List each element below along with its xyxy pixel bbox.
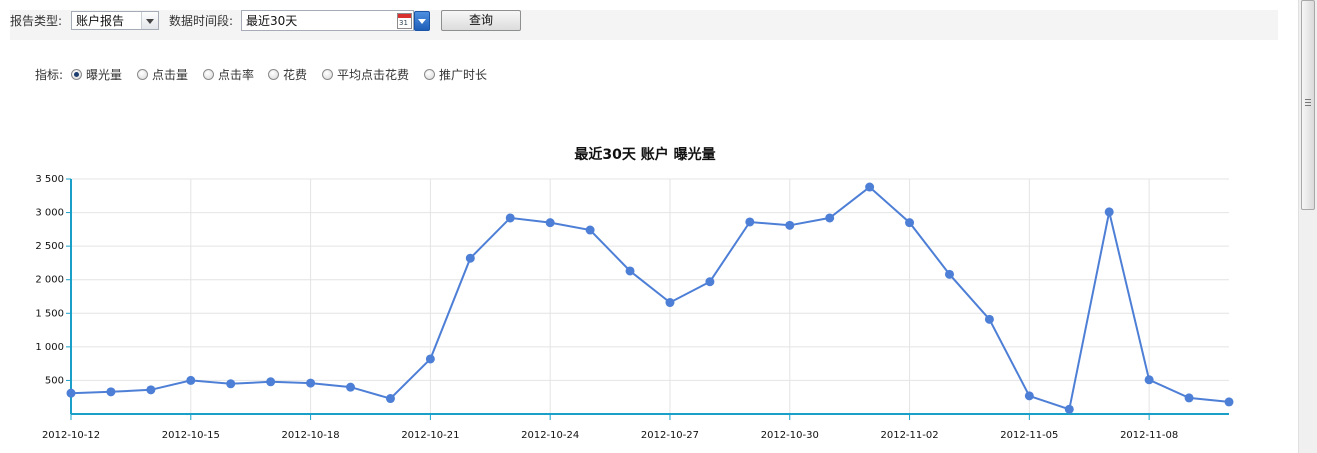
data-point[interactable] xyxy=(745,217,755,227)
data-point[interactable] xyxy=(266,377,276,387)
data-point[interactable] xyxy=(825,213,835,223)
y-tick-label: 3 500 xyxy=(35,174,64,185)
x-tick-label: 2012-11-05 xyxy=(1000,430,1058,441)
series-line xyxy=(70,185,1230,411)
x-tick-label: 2012-11-08 xyxy=(1120,430,1178,441)
data-point[interactable] xyxy=(465,253,475,263)
x-tick-label: 2012-10-15 xyxy=(162,430,220,441)
data-point[interactable] xyxy=(1144,375,1154,385)
grid-layer xyxy=(70,178,1229,414)
data-point[interactable] xyxy=(66,388,76,398)
data-point[interactable] xyxy=(625,266,635,276)
x-tick-label: 2012-10-24 xyxy=(521,430,579,441)
x-tick-label: 2012-11-02 xyxy=(880,430,938,441)
data-point[interactable] xyxy=(1184,393,1194,403)
data-point[interactable] xyxy=(385,394,395,404)
data-point[interactable] xyxy=(705,277,715,287)
data-point[interactable] xyxy=(1104,207,1114,217)
series-layer xyxy=(66,182,1234,414)
data-point[interactable] xyxy=(545,218,555,228)
line-chart: 最近30天 账户 曝光量 500 1 000 1 500 2 000 2 500 3 00… xyxy=(35,146,1234,441)
data-point[interactable] xyxy=(346,382,356,392)
data-point[interactable] xyxy=(984,314,994,324)
data-point[interactable] xyxy=(425,354,435,364)
x-tick-label: 2012-10-30 xyxy=(761,430,819,441)
data-point[interactable] xyxy=(905,218,915,228)
y-tick-label: 1 500 xyxy=(35,308,64,319)
axis-layer: 500 1 000 1 500 2 000 2 500 3 000 3 500 2012-10… xyxy=(35,174,1229,441)
x-tick-label: 2012-10-18 xyxy=(282,430,340,441)
y-tick-label: 2 000 xyxy=(35,275,64,286)
data-point[interactable] xyxy=(865,182,875,192)
data-point[interactable] xyxy=(1224,397,1234,407)
x-tick-label: 2012-10-21 xyxy=(401,430,459,441)
data-point[interactable] xyxy=(226,379,236,389)
data-point[interactable] xyxy=(785,220,795,230)
data-point[interactable] xyxy=(585,225,595,235)
report-page: 报告类型: 账户报告 数据时间段: 最近30天 31 查询 指标: 曝光量 点击… xyxy=(0,0,1317,453)
data-point[interactable] xyxy=(186,375,196,385)
scroll-thumb[interactable] xyxy=(1301,0,1315,210)
y-tick-label: 3 000 xyxy=(35,208,64,219)
data-point[interactable] xyxy=(1064,404,1074,414)
chart-title: 最近30天 账户 曝光量 xyxy=(574,146,715,163)
x-tick-label: 2012-10-12 xyxy=(42,430,100,441)
data-point[interactable] xyxy=(665,298,675,308)
x-tick-label: 2012-10-27 xyxy=(641,430,699,441)
y-tick-label: 2 500 xyxy=(35,241,64,252)
grip-icon xyxy=(1305,99,1311,106)
y-tick-label: 1 000 xyxy=(35,342,64,353)
y-tick-label: 500 xyxy=(45,375,64,386)
data-point[interactable] xyxy=(944,269,954,279)
data-point[interactable] xyxy=(1024,391,1034,401)
data-point[interactable] xyxy=(306,378,316,388)
vertical-scrollbar[interactable] xyxy=(1298,0,1317,453)
data-point[interactable] xyxy=(505,213,515,223)
data-point[interactable] xyxy=(146,385,156,395)
data-point[interactable] xyxy=(106,387,116,397)
